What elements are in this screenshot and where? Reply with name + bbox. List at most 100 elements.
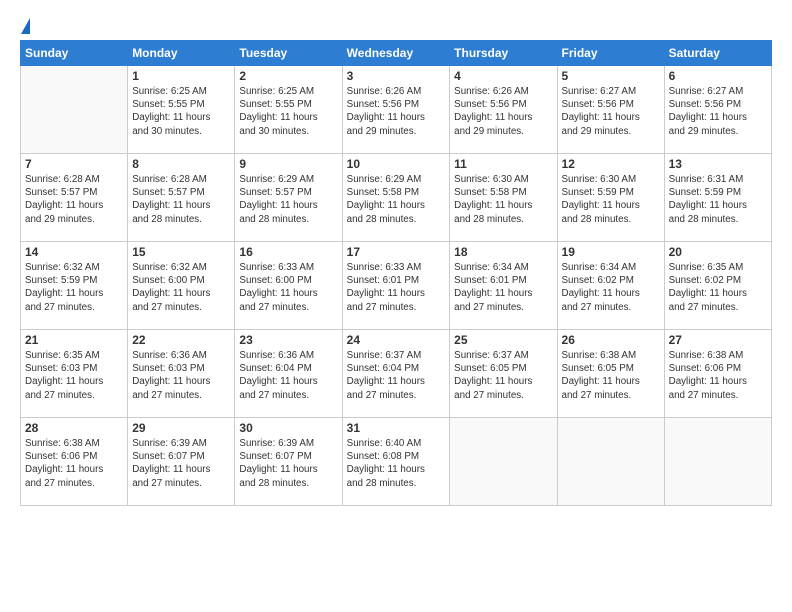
calendar-cell: 5 Sunrise: 6:27 AMSunset: 5:56 PMDaylight… (557, 66, 664, 154)
cell-info-line: Daylight: 11 hours (347, 288, 425, 299)
cell-info-text: Sunrise: 6:38 AM Sunset: 6:05 PM Daylight:… (562, 349, 660, 402)
cell-info-line: Sunrise: 6:30 AM (562, 174, 637, 185)
cell-date-number: 3 (347, 69, 446, 83)
cell-date-number: 22 (132, 333, 230, 347)
cell-info-line: Daylight: 11 hours (562, 376, 640, 387)
cell-info-line: Sunrise: 6:37 AM (347, 350, 422, 361)
cell-info-line: Sunset: 6:01 PM (347, 275, 419, 286)
cell-date-number: 5 (562, 69, 660, 83)
cell-info-line: Sunrise: 6:28 AM (132, 174, 207, 185)
cell-info-line: Sunrise: 6:39 AM (132, 438, 207, 449)
calendar-cell: 10Sunrise: 6:29 AMSunset: 5:58 PMDayligh… (342, 154, 450, 242)
calendar-header-row: SundayMondayTuesdayWednesdayThursdayFrid… (21, 41, 772, 66)
day-header-sunday: Sunday (21, 41, 128, 66)
cell-info-line: and 27 minutes. (347, 390, 417, 401)
cell-date-number: 14 (25, 245, 123, 259)
cell-info-line: Daylight: 11 hours (454, 376, 532, 387)
cell-info-text: Sunrise: 6:29 AMSunset: 5:57 PMDaylight:… (239, 173, 337, 226)
cell-info-line: Daylight: 11 hours (132, 376, 210, 387)
cell-info-line: Sunrise: 6:34 AM (562, 262, 637, 273)
cell-info-line: Daylight: 11 hours (132, 200, 210, 211)
cell-info-line: and 27 minutes. (562, 390, 632, 401)
cell-info-line: Sunrise: 6:36 AM (132, 350, 207, 361)
cell-info-text: Sunrise: 6:26 AMSunset: 5:56 PMDaylight:… (347, 85, 446, 138)
cell-info-line: Sunrise: 6:25 AM (132, 86, 207, 97)
cell-info-text: Sunrise: 6:38 AMSunset: 6:06 PMDaylight:… (669, 349, 767, 402)
cell-info-line: and 27 minutes. (347, 302, 417, 313)
cell-info-line: Sunset: 6:05 PM (562, 363, 634, 374)
cell-info-line: and 28 minutes. (562, 214, 632, 225)
cell-info-line: Daylight: 11 hours (454, 200, 532, 211)
cell-info-line: Daylight: 11 hours (347, 112, 425, 123)
cell-info-line: and 29 minutes. (454, 126, 524, 137)
cell-info-line: Daylight: 11 hours (132, 464, 210, 475)
day-header-monday: Monday (128, 41, 235, 66)
cell-info-line: and 29 minutes. (347, 126, 417, 137)
cell-date-number: 19 (562, 245, 660, 259)
cell-info-text: Sunrise: 6:32 AMSunset: 5:59 PMDaylight:… (25, 261, 123, 314)
cell-date-number: 18 (454, 245, 552, 259)
calendar-week-row: 7 Sunrise: 6:28 AMSunset: 5:57 PMDaylight… (21, 154, 772, 242)
cell-info-line: Sunrise: 6:29 AM (347, 174, 422, 185)
calendar-cell (21, 66, 128, 154)
cell-info-line: Sunrise: 6:27 AM (669, 86, 744, 97)
cell-info-line: Sunset: 5:59 PM (669, 187, 741, 198)
cell-info-line: Sunset: 6:03 PM (132, 363, 204, 374)
cell-info-line: and 27 minutes. (454, 390, 524, 401)
cell-info-text: Sunrise: 6:25 AMSunset: 5:55 PMDaylight:… (132, 85, 230, 138)
day-header-saturday: Saturday (664, 41, 771, 66)
cell-info-line: Sunrise: 6:29 AM (239, 174, 314, 185)
calendar-cell: 12Sunrise: 6:30 AMSunset: 5:59 PMDayligh… (557, 154, 664, 242)
cell-info-text: Sunrise: 6:34 AMSunset: 6:01 PMDaylight:… (454, 261, 552, 314)
cell-date-number: 7 (25, 157, 123, 171)
calendar-cell (450, 418, 557, 506)
cell-info-line: and 27 minutes. (25, 302, 95, 313)
cell-info-text: Sunrise: 6:34 AMSunset: 6:02 PMDaylight:… (562, 261, 660, 314)
cell-info-text: Sunrise: 6:35 AMSunset: 6:03 PMDaylight:… (25, 349, 123, 402)
logo (20, 18, 31, 30)
cell-info-line: Daylight: 11 hours (562, 288, 640, 299)
cell-info-line: Sunset: 6:07 PM (132, 451, 204, 462)
calendar-cell: 27 Sunrise: 6:38 AMSunset: 6:06 PMDayligh… (664, 330, 771, 418)
calendar-cell: 6Sunrise: 6:27 AMSunset: 5:56 PMDaylight… (664, 66, 771, 154)
cell-info-line: Sunrise: 6:38 AM (562, 350, 637, 361)
calendar-cell: 26 Sunrise: 6:38 AM Sunset: 6:05 PM Dayligh… (557, 330, 664, 418)
day-header-friday: Friday (557, 41, 664, 66)
cell-date-number: 2 (239, 69, 337, 83)
logo-triangle-icon (21, 18, 30, 34)
cell-info-line: and 27 minutes. (454, 302, 524, 313)
header (20, 18, 772, 30)
calendar-cell: 23Sunrise: 6:36 AMSunset: 6:04 PMDayligh… (235, 330, 342, 418)
cell-date-number: 27 (669, 333, 767, 347)
cell-date-number: 24 (347, 333, 446, 347)
cell-date-number: 4 (454, 69, 552, 83)
cell-info-line: Sunset: 6:00 PM (132, 275, 204, 286)
cell-date-number: 10 (347, 157, 446, 171)
cell-info-line: Daylight: 11 hours (669, 376, 747, 387)
cell-date-number: 1 (132, 69, 230, 83)
cell-info-line: Sunrise: 6:27 AM (562, 86, 637, 97)
day-header-wednesday: Wednesday (342, 41, 450, 66)
cell-info-line: Sunrise: 6:25 AM (239, 86, 314, 97)
cell-date-number: 6 (669, 69, 767, 83)
cell-info-text: Sunrise: 6:28 AMSunset: 5:57 PMDaylight:… (132, 173, 230, 226)
calendar-cell: 14 Sunrise: 6:32 AMSunset: 5:59 PMDayligh… (21, 242, 128, 330)
cell-info-line: Sunset: 6:04 PM (239, 363, 311, 374)
cell-info-line: Sunrise: 6:31 AM (669, 174, 744, 185)
cell-info-text: Sunrise: 6:39 AMSunset: 6:07 PMDaylight:… (239, 437, 337, 490)
cell-info-text: Sunrise: 6:40 AMSunset: 6:08 PMDaylight:… (347, 437, 446, 490)
cell-info-line: Sunset: 5:56 PM (347, 99, 419, 110)
cell-info-line: Daylight: 11 hours (347, 376, 425, 387)
cell-info-text: Sunrise: 6:27 AMSunset: 5:56 PMDaylight:… (562, 85, 660, 138)
cell-info-line: Daylight: 11 hours (669, 112, 747, 123)
cell-date-number: 20 (669, 245, 767, 259)
cell-info-line: Sunrise: 6:40 AM (347, 438, 422, 449)
calendar-cell: 4Sunrise: 6:26 AMSunset: 5:56 PMDaylight… (450, 66, 557, 154)
cell-info-line: Sunset: 6:01 PM (454, 275, 526, 286)
day-header-thursday: Thursday (450, 41, 557, 66)
calendar-cell: 17Sunrise: 6:33 AMSunset: 6:01 PMDayligh… (342, 242, 450, 330)
calendar-cell (664, 418, 771, 506)
cell-date-number: 26 (562, 333, 660, 347)
cell-info-line: and 27 minutes. (239, 302, 309, 313)
cell-info-line: Daylight: 11 hours (132, 112, 210, 123)
